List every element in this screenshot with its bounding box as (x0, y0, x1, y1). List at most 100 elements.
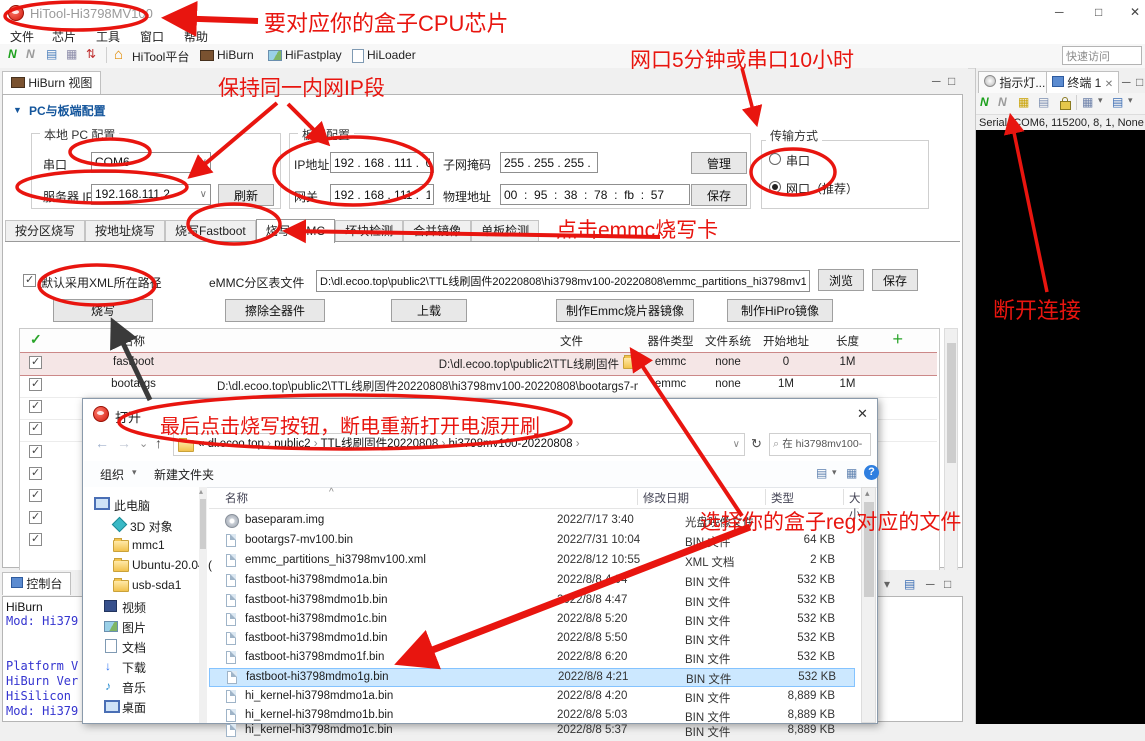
sidebar-item-downloads[interactable]: 下载 (122, 659, 146, 676)
row-checkbox[interactable] (29, 489, 42, 502)
nav-back-icon[interactable]: ← (95, 435, 109, 451)
burn-button[interactable]: 烧写 (53, 299, 153, 322)
sidebar-item-this-pc[interactable]: 此电脑 (114, 497, 150, 514)
row-checkbox[interactable] (29, 400, 42, 413)
terminal-view-icon[interactable]: ▤ (1038, 95, 1049, 109)
gateway-input[interactable] (330, 184, 434, 205)
network-radio[interactable] (769, 181, 781, 193)
close-icon[interactable]: ✕ (1130, 5, 1140, 19)
section-arrow-icon[interactable]: ▼ (13, 105, 22, 115)
preview-pane-icon[interactable]: ▦ (846, 466, 857, 480)
mac-input[interactable] (500, 184, 690, 205)
tab-bad-block-check[interactable]: 坏块检测 (335, 220, 403, 241)
file-row[interactable]: emmc_partitions_hi3798mv100.xml 2022/8/1… (209, 552, 857, 571)
console-maximize-icon[interactable]: □ (944, 577, 951, 591)
col-start-addr[interactable]: 开始地址 (757, 333, 815, 349)
col-name[interactable]: 名称 (50, 333, 217, 349)
scroll-lock-icon[interactable] (1060, 101, 1071, 110)
disconnect-icon[interactable]: N (26, 47, 35, 61)
menu-help[interactable]: 帮助 (184, 28, 208, 45)
view-mode-dropdown-icon[interactable]: ▾ (832, 467, 837, 478)
serial-combo-arrow-icon[interactable]: ∨ (200, 153, 207, 172)
tab-board-check[interactable]: 单板检测 (471, 220, 539, 241)
menu-chip[interactable]: 芯片 (52, 28, 76, 45)
nav-history-dropdown-icon[interactable]: ⌄ (139, 437, 148, 450)
tab-indicator-lights[interactable]: 指示灯... (978, 71, 1051, 94)
file-row-selected[interactable]: fastboot-hi3798mdmo1g.bin 2022/8/8 4:21 … (209, 668, 855, 687)
file-row[interactable]: hi_kernel-hi3798mdmo1c.bin 2022/8/8 5:37… (209, 722, 857, 741)
toolbar-hiloader[interactable]: HiLoader (367, 48, 416, 62)
terminal-properties-icon[interactable]: ▦ (1018, 95, 1029, 109)
breadcrumb-item[interactable]: TTL线刷固件20220808 (321, 438, 439, 450)
serial-radio-label[interactable]: 串口 (786, 152, 810, 169)
terminal-screen[interactable] (976, 130, 1145, 724)
xml-save-button[interactable]: 保存 (872, 269, 918, 291)
file-row[interactable]: hi_kernel-hi3798mdmo1a.bin 2022/8/8 4:20… (209, 688, 857, 707)
serial-settings-icon[interactable]: ▦ (1082, 95, 1093, 109)
sidebar-item-music[interactable]: 音乐 (122, 679, 146, 696)
dialog-close-icon[interactable]: ✕ (857, 406, 868, 422)
serial-settings-dropdown-icon[interactable]: ▾ (1098, 95, 1103, 106)
quick-access-input[interactable] (1062, 46, 1142, 65)
erase-all-button[interactable]: 擦除全器件 (225, 299, 325, 322)
browse-button[interactable]: 浏览 (818, 269, 864, 291)
mask-input[interactable] (500, 152, 598, 173)
list-scroll-up-icon[interactable]: ▴ (865, 488, 870, 499)
make-hipro-image-button[interactable]: 制作HiPro镜像 (727, 299, 833, 322)
row-checkbox[interactable] (29, 511, 42, 524)
file-row[interactable]: fastboot-hi3798mdmo1b.bin 2022/8/8 4:47 … (209, 592, 857, 611)
table-row[interactable]: bootargs D:\dl.ecoo.top\public2\TTL线刷固件2… (20, 375, 937, 398)
file-row[interactable]: fastboot-hi3798mdmo1c.bin 2022/8/8 5:20 … (209, 611, 857, 630)
organize-button[interactable]: 组织 (100, 466, 124, 483)
row-checkbox[interactable] (29, 378, 42, 391)
view-minimize-icon[interactable]: ─ (932, 74, 941, 88)
menu-tools[interactable]: 工具 (96, 28, 120, 45)
sidebar-item-videos[interactable]: 视频 (122, 599, 146, 616)
breadcrumb-dropdown-icon[interactable]: ∨ (733, 434, 740, 455)
xml-path-checkbox-label[interactable]: 默认采用XML所在路径 (41, 274, 162, 291)
toolbar-hifastplay[interactable]: HiFastplay (285, 48, 342, 62)
board-ip-input[interactable] (330, 152, 434, 173)
col-device-type[interactable]: 器件类型 (642, 333, 699, 349)
maximize-icon[interactable]: □ (1095, 5, 1102, 19)
sidebar-item-documents[interactable]: 文档 (122, 639, 146, 656)
refresh-button[interactable]: 刷新 (218, 184, 274, 206)
col-file[interactable]: 文件 (560, 333, 583, 349)
sidebar-item-pictures[interactable]: 图片 (122, 619, 146, 636)
console-export-icon[interactable]: ▤ (904, 577, 915, 591)
server-ip-combo-arrow-icon[interactable]: ∨ (200, 185, 207, 204)
file-row[interactable]: fastboot-hi3798mdmo1f.bin 2022/8/8 6:20 … (209, 649, 857, 668)
view-maximize-icon[interactable]: □ (948, 74, 955, 88)
sidebar-item-usb-sda1[interactable]: usb-sda1 (132, 578, 181, 592)
menu-window[interactable]: 窗口 (140, 28, 164, 45)
panel-maximize-icon[interactable]: □ (1136, 75, 1143, 89)
tab-burn-by-partition[interactable]: 按分区烧写 (5, 220, 85, 241)
new-folder-button[interactable]: 新建文件夹 (154, 466, 214, 483)
tab-burn-by-address[interactable]: 按地址烧写 (85, 220, 165, 241)
console-minimize-icon[interactable]: ─ (926, 577, 935, 591)
minimize-icon[interactable]: ─ (1055, 5, 1064, 19)
flash-config-icon[interactable]: ▤ (46, 47, 57, 61)
breadcrumb-item[interactable]: hi3798mv100-20220808 (449, 438, 573, 450)
help-icon[interactable]: ? (864, 465, 879, 480)
row-checkbox[interactable] (29, 422, 42, 435)
refresh-nav-icon[interactable]: ↻ (751, 436, 762, 452)
browse-file-icon[interactable] (623, 357, 639, 369)
board-save-button[interactable]: 保存 (691, 184, 747, 206)
view-mode-icon[interactable]: ▤ (816, 466, 827, 480)
terminal-connect-icon[interactable]: N (980, 95, 989, 109)
row-checkbox[interactable] (29, 533, 42, 546)
home-icon[interactable]: ⌂ (114, 46, 123, 63)
new-terminal-icon[interactable]: ▤ (1112, 95, 1123, 109)
terminal-disconnect-icon[interactable]: N (998, 95, 1007, 109)
col-length[interactable]: 长度 (815, 333, 880, 349)
make-emmc-image-button[interactable]: 制作Emmc烧片器镜像 (556, 299, 694, 322)
sidebar-scrollbar[interactable]: ▴ (199, 487, 207, 723)
serial-combo[interactable]: COM6 ∨ (91, 152, 211, 173)
breadcrumb-item[interactable]: dl.ecoo.top (208, 438, 264, 450)
toolbar-hitool-platform[interactable]: HiTool平台 (132, 48, 189, 65)
tab-hiburn-view[interactable]: HiBurn 视图 (2, 71, 101, 94)
remote-icon[interactable]: ▦ (66, 47, 77, 61)
toolbar-hiburn[interactable]: HiBurn (217, 48, 254, 62)
console-menu-icon[interactable]: ▾ (884, 577, 890, 591)
